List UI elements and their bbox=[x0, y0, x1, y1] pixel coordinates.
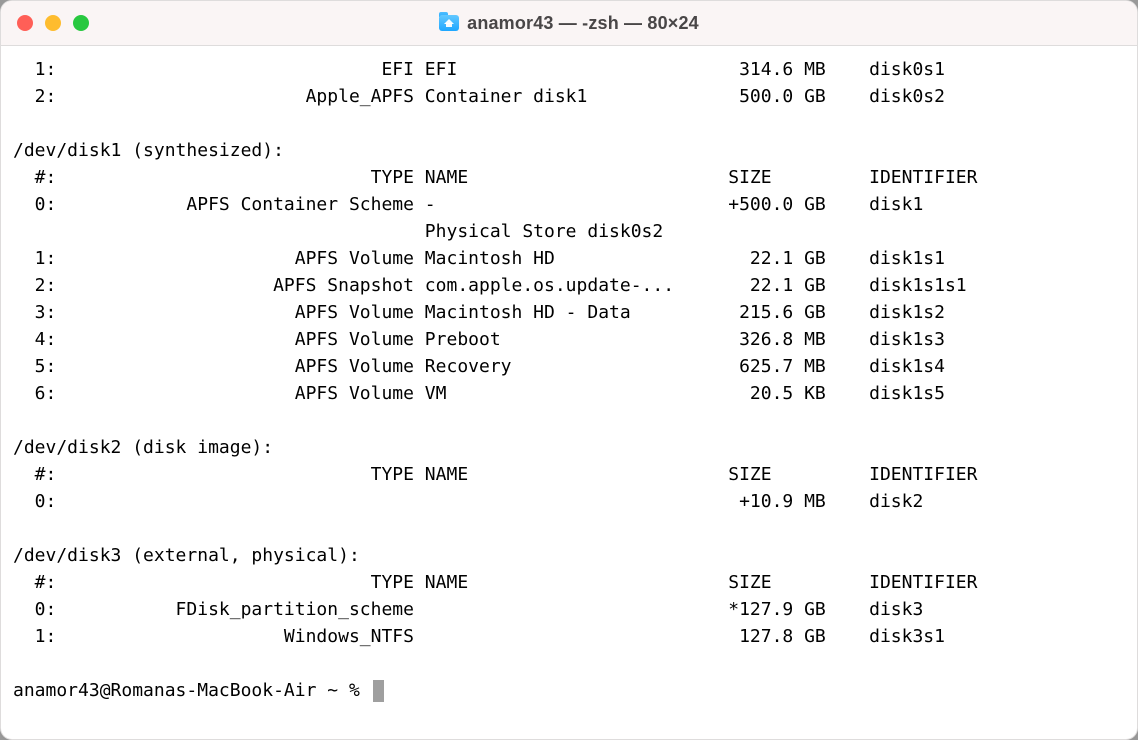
disk-header: /dev/disk1 (synthesized): bbox=[13, 137, 1125, 164]
terminal-output[interactable]: 1: EFI EFI 314.6 MB disk0s1 2: Apple_APF… bbox=[1, 46, 1137, 739]
window-title: anamor43 — -zsh — 80×24 bbox=[1, 13, 1137, 34]
terminal-window: anamor43 — -zsh — 80×24 1: EFI EFI 314.6… bbox=[0, 0, 1138, 740]
table-row: 4: APFS Volume Preboot 326.8 MB disk1s3 bbox=[13, 326, 1125, 353]
terminal-line bbox=[13, 110, 1125, 137]
table-row: Physical Store disk0s2 bbox=[13, 218, 1125, 245]
table-row: 2: APFS Snapshot com.apple.os.update-...… bbox=[13, 272, 1125, 299]
table-row: 3: APFS Volume Macintosh HD - Data 215.6… bbox=[13, 299, 1125, 326]
home-folder-icon bbox=[439, 15, 459, 31]
shell-prompt[interactable]: anamor43@Romanas-MacBook-Air ~ % bbox=[13, 677, 1125, 704]
table-row: 5: APFS Volume Recovery 625.7 MB disk1s4 bbox=[13, 353, 1125, 380]
table-row: 6: APFS Volume VM 20.5 KB disk1s5 bbox=[13, 380, 1125, 407]
disk-header: /dev/disk2 (disk image): bbox=[13, 434, 1125, 461]
table-row: 0: +10.9 MB disk2 bbox=[13, 488, 1125, 515]
zoom-icon[interactable] bbox=[73, 15, 89, 31]
terminal-line bbox=[13, 407, 1125, 434]
disk-header: /dev/disk3 (external, physical): bbox=[13, 542, 1125, 569]
table-row: 1: EFI EFI 314.6 MB disk0s1 bbox=[13, 56, 1125, 83]
prompt-text: anamor43@Romanas-MacBook-Air ~ % bbox=[13, 677, 371, 704]
table-row: 0: APFS Container Scheme - +500.0 GB dis… bbox=[13, 191, 1125, 218]
close-icon[interactable] bbox=[17, 15, 33, 31]
window-controls bbox=[1, 15, 89, 31]
cursor-icon bbox=[373, 680, 384, 702]
minimize-icon[interactable] bbox=[45, 15, 61, 31]
column-header: #: TYPE NAME SIZE IDENTIFIER bbox=[13, 164, 1125, 191]
table-row: 0: FDisk_partition_scheme *127.9 GB disk… bbox=[13, 596, 1125, 623]
column-header: #: TYPE NAME SIZE IDENTIFIER bbox=[13, 461, 1125, 488]
titlebar[interactable]: anamor43 — -zsh — 80×24 bbox=[1, 1, 1137, 46]
table-row: 1: APFS Volume Macintosh HD 22.1 GB disk… bbox=[13, 245, 1125, 272]
terminal-line bbox=[13, 650, 1125, 677]
terminal-line bbox=[13, 515, 1125, 542]
table-row: 2: Apple_APFS Container disk1 500.0 GB d… bbox=[13, 83, 1125, 110]
window-title-text: anamor43 — -zsh — 80×24 bbox=[467, 13, 699, 34]
column-header: #: TYPE NAME SIZE IDENTIFIER bbox=[13, 569, 1125, 596]
table-row: 1: Windows_NTFS 127.8 GB disk3s1 bbox=[13, 623, 1125, 650]
